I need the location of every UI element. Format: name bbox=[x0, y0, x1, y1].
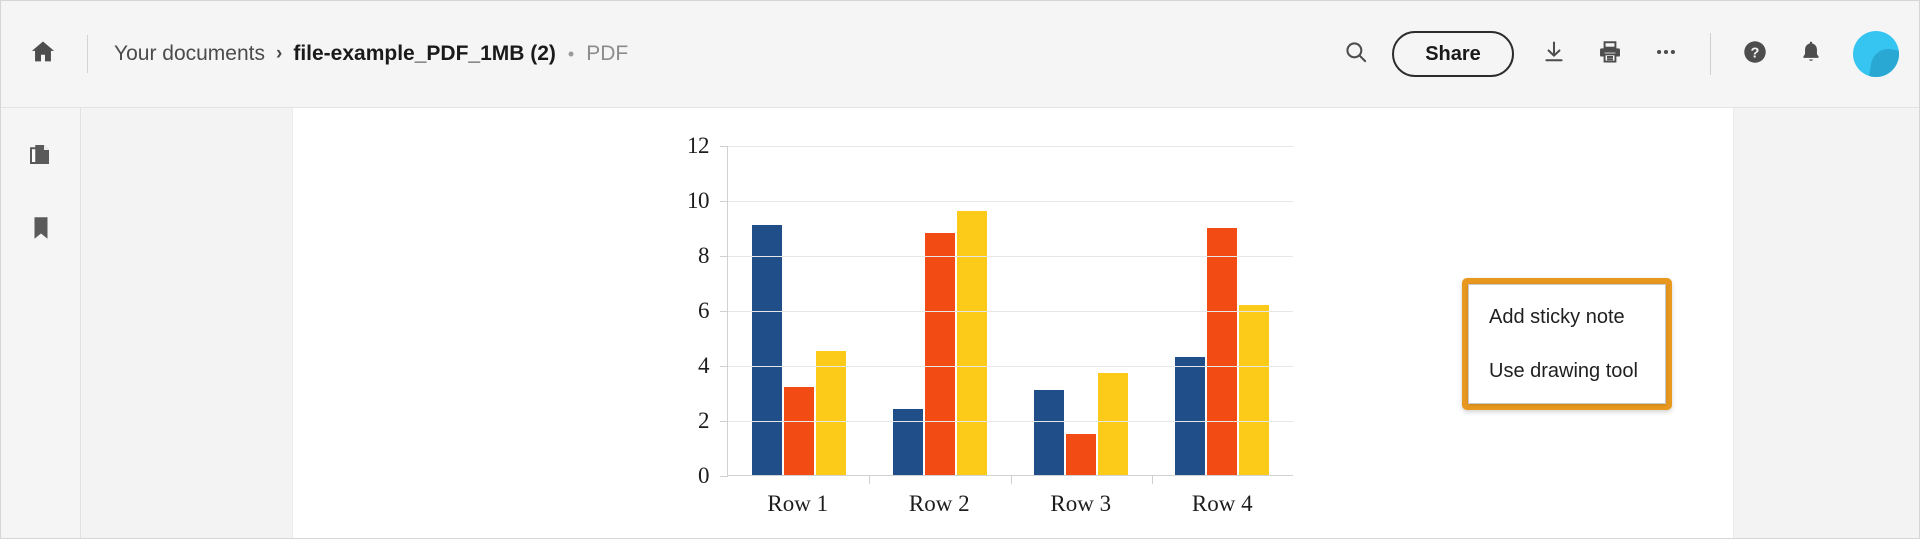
chart-bar bbox=[1098, 373, 1129, 475]
help-icon: ? bbox=[1741, 38, 1769, 71]
chart-bar bbox=[751, 224, 782, 475]
chart-bar bbox=[1239, 304, 1270, 475]
x-axis-tick-label: Row 2 bbox=[908, 491, 970, 516]
x-axis-tick-label: Row 1 bbox=[767, 491, 829, 516]
search-button[interactable] bbox=[1330, 28, 1382, 80]
document-viewer[interactable]: 0 2 4 6 8 10 12 Row 1 Row 2 Row 3 Row 4 Add stick… bbox=[82, 108, 1919, 538]
user-avatar[interactable] bbox=[1853, 31, 1899, 77]
breadcrumb-file-type: PDF bbox=[586, 42, 629, 65]
x-axis-tick-label: Row 3 bbox=[1050, 491, 1112, 516]
y-axis-tick bbox=[720, 366, 728, 367]
help-button[interactable]: ? bbox=[1729, 28, 1781, 80]
y-axis-tick-label: 12 bbox=[687, 133, 710, 158]
chart-gridline bbox=[728, 146, 1293, 147]
x-axis-labels: Row 1 Row 2 Row 3 Row 4 bbox=[727, 491, 1293, 517]
chart-bar bbox=[924, 233, 955, 475]
chart-bar bbox=[783, 387, 814, 475]
bell-icon bbox=[1798, 39, 1824, 70]
chart-bar bbox=[1175, 356, 1206, 475]
more-options-button[interactable] bbox=[1640, 28, 1692, 80]
chart-bar bbox=[815, 351, 846, 475]
chart-bar bbox=[892, 409, 923, 475]
pdf-page[interactable]: 0 2 4 6 8 10 12 Row 1 Row 2 Row 3 Row 4 Add stick… bbox=[293, 108, 1733, 538]
chart-gridline bbox=[728, 256, 1293, 257]
y-axis-tick bbox=[720, 421, 728, 422]
bookmark-icon bbox=[26, 213, 56, 248]
toolbar-divider-right bbox=[1710, 33, 1711, 75]
bar-chart: 0 2 4 6 8 10 12 Row 1 Row 2 Row 3 Row 4 bbox=[673, 133, 1293, 521]
x-axis-tick-label: Row 4 bbox=[1191, 491, 1253, 516]
more-options-icon bbox=[1653, 39, 1679, 70]
y-axis-tick bbox=[720, 201, 728, 202]
y-axis-tick-label: 10 bbox=[687, 188, 710, 213]
download-button[interactable] bbox=[1528, 28, 1580, 80]
y-axis-tick bbox=[720, 476, 728, 477]
context-menu-item-add-sticky-note[interactable]: Add sticky note bbox=[1469, 290, 1665, 344]
chart-gridline bbox=[728, 201, 1293, 202]
chart-plot-area bbox=[720, 146, 1293, 484]
print-icon bbox=[1597, 39, 1623, 70]
breadcrumb: Your documents › file-example_PDF_1MB (2… bbox=[114, 42, 628, 66]
chart-bar bbox=[956, 211, 987, 475]
chart-bar bbox=[1207, 227, 1238, 475]
left-sidebar-rail bbox=[1, 108, 81, 538]
y-axis-tick bbox=[720, 256, 728, 257]
breadcrumb-separator-icon: › bbox=[276, 43, 283, 64]
y-axis-tick-label: 2 bbox=[698, 408, 710, 433]
toolbar-divider bbox=[87, 35, 88, 73]
chart-gridline bbox=[728, 366, 1293, 367]
y-axis-tick-label: 0 bbox=[698, 463, 710, 488]
y-axis-tick-label: 6 bbox=[698, 298, 710, 323]
context-menu-item-use-drawing-tool[interactable]: Use drawing tool bbox=[1469, 344, 1665, 398]
toolbar-actions: Share ? bbox=[1330, 28, 1919, 80]
home-icon bbox=[29, 38, 57, 71]
y-axis-tick bbox=[720, 146, 728, 147]
print-button[interactable] bbox=[1584, 28, 1636, 80]
breadcrumb-dot: • bbox=[567, 43, 575, 64]
y-axis-tick-label: 4 bbox=[698, 353, 710, 378]
home-button[interactable] bbox=[11, 22, 75, 86]
breadcrumb-root-link[interactable]: Your documents bbox=[114, 42, 265, 66]
download-icon bbox=[1541, 39, 1567, 70]
svg-text:?: ? bbox=[1751, 45, 1760, 61]
top-toolbar: Your documents › file-example_PDF_1MB (2… bbox=[1, 1, 1919, 108]
y-axis-tick bbox=[720, 311, 728, 312]
context-menu-highlight: Add sticky note Use drawing tool bbox=[1462, 278, 1672, 410]
chart-gridline bbox=[728, 311, 1293, 312]
breadcrumb-file-name: file-example_PDF_1MB (2) bbox=[293, 42, 556, 65]
sidebar-item-page-thumbnails[interactable] bbox=[15, 130, 67, 182]
sidebar-item-bookmarks[interactable] bbox=[15, 204, 67, 256]
search-icon bbox=[1343, 39, 1369, 70]
notifications-button[interactable] bbox=[1785, 28, 1837, 80]
y-axis-tick-label: 8 bbox=[698, 243, 710, 268]
pages-thumbnails-icon bbox=[26, 139, 56, 174]
chart-gridline bbox=[728, 421, 1293, 422]
chart-bar bbox=[1066, 433, 1097, 475]
chart-bar bbox=[1034, 389, 1065, 475]
pdf-viewer-app: Your documents › file-example_PDF_1MB (2… bbox=[0, 0, 1920, 539]
share-button[interactable]: Share bbox=[1392, 31, 1514, 77]
y-axis-labels: 0 2 4 6 8 10 12 bbox=[673, 133, 719, 488]
context-menu: Add sticky note Use drawing tool bbox=[1468, 284, 1666, 404]
